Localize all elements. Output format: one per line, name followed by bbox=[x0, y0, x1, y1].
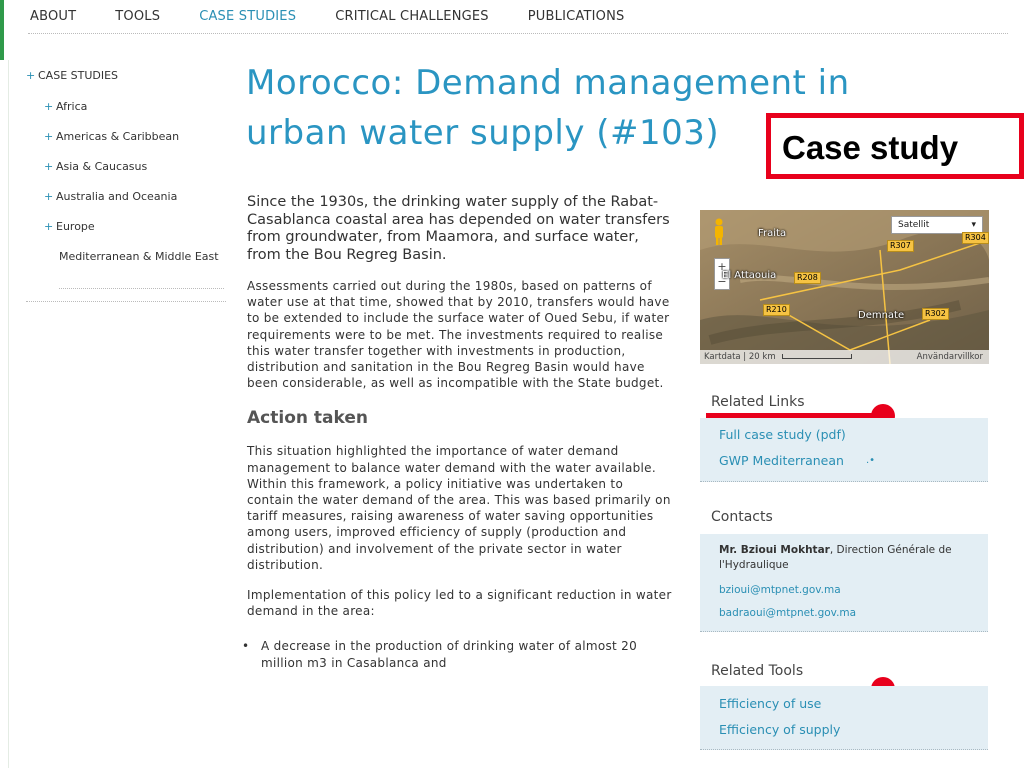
action-paragraph: This situation highlighted the importanc… bbox=[247, 444, 671, 572]
nav-about[interactable]: ABOUT bbox=[30, 9, 76, 24]
map-road-label: R307 bbox=[887, 240, 914, 252]
map-widget[interactable]: + − Satellit ▾ Fraita El Attaouia Demnat… bbox=[700, 210, 989, 364]
map-type-label: Satellit bbox=[898, 220, 930, 230]
plus-icon: + bbox=[26, 69, 36, 82]
map-road-label: R208 bbox=[794, 272, 821, 284]
map-place-label: Fraita bbox=[758, 228, 787, 239]
plus-icon: + bbox=[44, 160, 54, 173]
contact-person: Mr. Bzioui Mokhtar, Direction Générale d… bbox=[719, 543, 979, 572]
map-terms-link[interactable]: Användarvillkor bbox=[917, 350, 983, 364]
sidebar-item-africa[interactable]: + Africa bbox=[44, 100, 224, 114]
plus-icon: + bbox=[44, 220, 54, 233]
lead-paragraph: Since the 1930s, the drinking water supp… bbox=[247, 194, 670, 263]
sidebar-item-label: Europe bbox=[56, 220, 95, 233]
full-case-study-link[interactable]: Full case study (pdf) bbox=[719, 427, 846, 442]
map-footer: Kartdata | 20 km Användarvillkor bbox=[700, 350, 989, 364]
nav-case-studies[interactable]: CASE STUDIES bbox=[199, 9, 296, 24]
sidebar-item-case-studies[interactable]: + CASE STUDIES bbox=[26, 69, 118, 83]
sidebar-item-australia[interactable]: + Australia and Oceania bbox=[44, 190, 224, 204]
contacts-heading: Contacts bbox=[711, 509, 773, 525]
contact-name: Mr. Bzioui Mokhtar bbox=[719, 544, 830, 556]
map-road-label: R304 bbox=[962, 232, 989, 244]
assessment-paragraph: Assessments carried out during the 1980s… bbox=[247, 279, 670, 391]
sidebar-item-label: Africa bbox=[56, 100, 88, 113]
map-road-label: R210 bbox=[763, 304, 790, 316]
article-body: Since the 1930s, the drinking water supp… bbox=[242, 194, 672, 671]
sidebar-divider bbox=[59, 288, 224, 289]
section-heading-action-taken: Action taken bbox=[247, 408, 368, 429]
map-place-label: El Attaouia bbox=[722, 270, 777, 281]
pegman-icon[interactable] bbox=[712, 218, 726, 246]
sidebar-item-label: Asia & Caucasus bbox=[56, 160, 148, 173]
efficiency-of-use-link[interactable]: Efficiency of use bbox=[719, 696, 821, 711]
gwp-mediterranean-link[interactable]: GWP Mediterranean bbox=[719, 453, 844, 468]
map-place-label: Demnate bbox=[858, 310, 905, 321]
left-accent-bar bbox=[0, 0, 4, 60]
nav-tools[interactable]: TOOLS bbox=[115, 9, 160, 24]
nav-divider bbox=[28, 33, 1008, 34]
implementation-paragraph: Implementation of this policy led to a s… bbox=[247, 588, 672, 619]
map-attribution: Kartdata | 20 km bbox=[704, 352, 776, 362]
sidebar-item-americas[interactable]: + Americas & Caribbean bbox=[44, 130, 224, 144]
sidebar-item-europe[interactable]: + Europe bbox=[44, 220, 224, 234]
nav-critical-challenges[interactable]: CRITICAL CHALLENGES bbox=[335, 9, 489, 24]
plus-icon: + bbox=[44, 100, 54, 113]
email-link[interactable]: badraoui@mtpnet.gov.ma bbox=[719, 607, 856, 619]
case-study-label: Case study bbox=[782, 129, 959, 166]
chevron-down-icon: ▾ bbox=[971, 220, 976, 230]
left-rule bbox=[8, 60, 9, 768]
list-item: A decrease in the production of drinking… bbox=[242, 638, 672, 670]
related-links-heading: Related Links bbox=[711, 394, 805, 410]
sidebar-item-label: Australia and Oceania bbox=[56, 190, 178, 203]
sidebar-item-mediterranean[interactable]: Mediterranean & Middle East bbox=[59, 250, 224, 264]
related-tools-heading: Related Tools bbox=[711, 663, 804, 679]
nav-publications[interactable]: PUBLICATIONS bbox=[528, 9, 625, 24]
sidebar-item-asia[interactable]: + Asia & Caucasus bbox=[44, 160, 224, 174]
sidebar-item-label: CASE STUDIES bbox=[38, 69, 119, 82]
plus-icon: + bbox=[44, 190, 54, 203]
sidebar-divider bbox=[26, 301, 226, 302]
case-study-annotation: Case study bbox=[766, 113, 1024, 179]
map-road-label: R302 bbox=[922, 308, 949, 320]
sidebar-item-label: Americas & Caribbean bbox=[56, 130, 180, 143]
top-navigation: ABOUT TOOLS CASE STUDIES CRITICAL CHALLE… bbox=[30, 0, 663, 32]
plus-icon: + bbox=[44, 130, 54, 143]
email-link[interactable]: bzioui@mtpnet.gov.ma bbox=[719, 584, 841, 596]
efficiency-of-supply-link[interactable]: Efficiency of supply bbox=[719, 722, 840, 737]
external-link-icon: .• bbox=[866, 455, 876, 466]
scale-bar bbox=[782, 354, 853, 359]
